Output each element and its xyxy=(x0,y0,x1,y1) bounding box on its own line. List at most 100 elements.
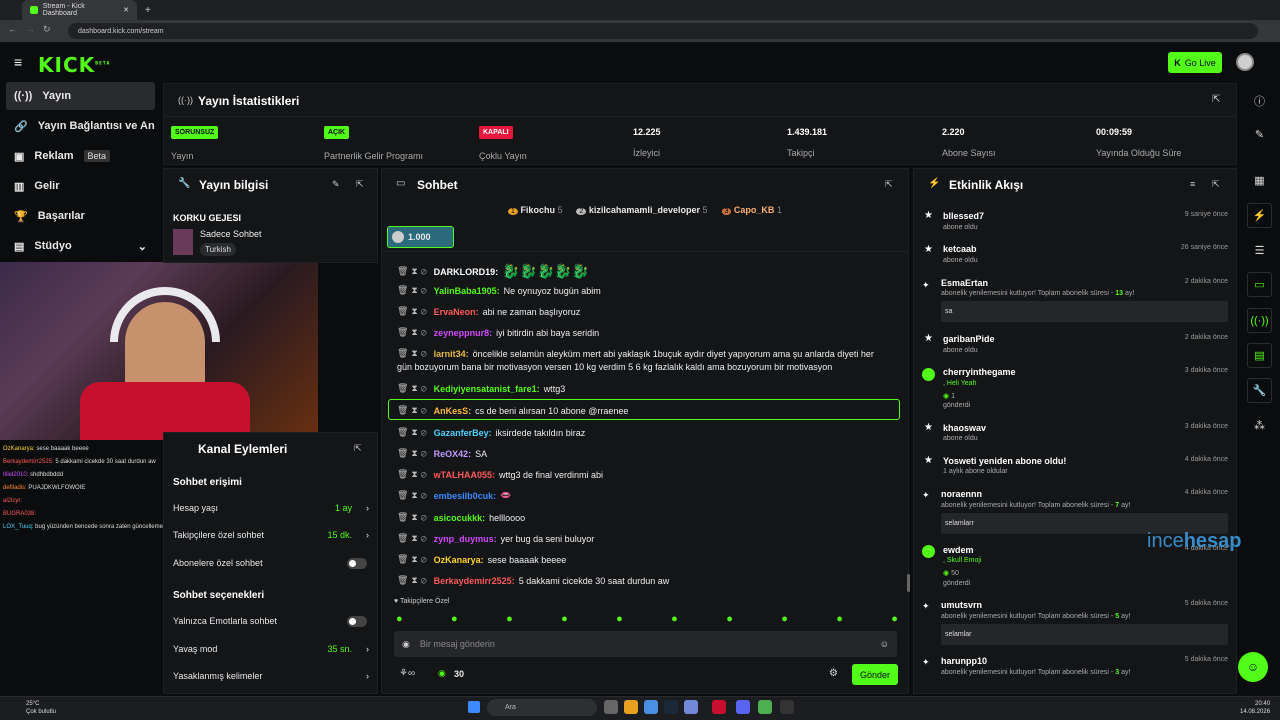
browser-tab[interactable]: Stream - Kick Dashboard ✕ xyxy=(22,0,137,20)
chat-username[interactable]: GazanferBey: xyxy=(434,428,492,438)
chat-username[interactable]: OzKanarya: xyxy=(434,555,484,565)
chat-message[interactable]: 🗑⧗⊘ larnit34: öncelikle selamün aleyküm me… xyxy=(397,348,897,359)
clock[interactable]: 20:40 14.08.2026 xyxy=(1240,700,1270,716)
mod-actions-icon[interactable]: 🗑⧗⊘ xyxy=(397,427,430,438)
popout-icon[interactable]: ⇱ xyxy=(1212,94,1220,105)
app-icon[interactable] xyxy=(736,700,750,714)
chat-message[interactable]: 🗑⧗⊘ zynp_duymus: yer bug da seni buluyor xyxy=(397,533,897,544)
chat-username[interactable]: embesilb0cuk: xyxy=(434,491,497,501)
apps-icon[interactable]: ⁂ xyxy=(1247,413,1272,438)
weather-widget[interactable]: 25°C Çok bulutlu xyxy=(26,700,56,716)
sidebar-item-achievements[interactable]: 🏆 Başarılar xyxy=(6,202,155,230)
mod-actions-icon[interactable]: 🗑⧗⊘ xyxy=(397,285,430,296)
activity-name[interactable]: noraennn xyxy=(941,489,982,499)
mod-actions-icon[interactable]: 🗑⧗⊘ xyxy=(397,448,430,459)
chat-message[interactable]: 🗑⧗⊘ Berkaydemirr2525: 5 dakkami cicekde 30… xyxy=(397,575,897,586)
emote-icon[interactable]: ● xyxy=(781,613,788,627)
chat-message[interactable]: 🗑⧗⊘ OzKanarya: sese baaaak beeee xyxy=(397,554,897,565)
sidebar-item-ads[interactable]: ▣ Reklam Beta xyxy=(6,142,155,170)
lightning-icon[interactable]: ⚡ xyxy=(1247,203,1272,228)
emote-icon[interactable]: ● xyxy=(726,613,733,627)
emote-icon[interactable]: ● xyxy=(616,613,623,627)
back-icon[interactable]: ← xyxy=(8,24,17,34)
chat-message[interactable]: 🗑⧗⊘ embesilb0cuk: 👄 xyxy=(397,490,897,501)
chat-message[interactable]: 🗑⧗⊘ ErvaNeon: abi ne zaman başlıyoruz xyxy=(397,306,897,317)
mod-actions-icon[interactable]: 🗑⧗⊘ xyxy=(397,266,430,277)
mod-actions-icon[interactable]: 🗑⧗⊘ xyxy=(397,533,430,544)
go-live-button[interactable]: K Go Live xyxy=(1168,52,1222,73)
emote-icon[interactable]: ● xyxy=(561,613,568,627)
popout-icon[interactable]: ⇱ xyxy=(1212,179,1220,190)
chat-username[interactable]: zynp_duymus: xyxy=(434,534,497,544)
mod-actions-icon[interactable]: 🗑⧗⊘ xyxy=(397,490,430,501)
chat-username[interactable]: wTALHAA055: xyxy=(434,470,495,480)
explorer-icon[interactable] xyxy=(624,700,638,714)
mod-actions-icon[interactable]: 🗑⧗⊘ xyxy=(397,469,430,480)
activity-name[interactable]: umutsvrn xyxy=(941,600,982,610)
mod-actions-icon[interactable]: 🗑⧗⊘ xyxy=(397,348,430,359)
gear-icon[interactable]: ⚙ xyxy=(829,668,838,679)
chat-message[interactable]: 🗑⧗⊘ zeyneppnur8: iyi bitirdin abi baya ser… xyxy=(397,327,897,338)
activity-name[interactable]: cherryinthegame xyxy=(943,367,1016,377)
sidebar-item-studio[interactable]: ▤ Stüdyo ⌄ xyxy=(6,232,155,260)
sidebar-item-revenue[interactable]: ▥ Gelir xyxy=(6,172,155,200)
mod-actions-icon[interactable]: 🗑⧗⊘ xyxy=(397,405,430,416)
steam-icon[interactable] xyxy=(664,700,678,714)
filter-icon[interactable]: ≡ xyxy=(1190,179,1195,189)
broadcast-icon[interactable]: ((·)) xyxy=(1247,308,1272,333)
chat-message[interactable]: 🗑⧗⊘ AnKesS: cs de beni alırsan 10 abone @r… xyxy=(397,405,897,416)
chat-username[interactable]: larnit34: xyxy=(434,349,469,359)
tag-badge[interactable]: Turkish xyxy=(200,243,236,256)
settings-icon[interactable]: ⚘∞ xyxy=(399,668,415,679)
edit-icon[interactable]: ✎ xyxy=(1247,122,1272,147)
mention-icon[interactable]: ◉ xyxy=(402,639,410,650)
chat-username[interactable]: ReOX42: xyxy=(434,449,472,459)
mod-actions-icon[interactable]: 🗑⧗⊘ xyxy=(397,306,430,317)
activity-name[interactable]: bllessed7 xyxy=(943,211,984,221)
popout-icon[interactable]: ⇱ xyxy=(356,179,364,190)
emote-icon[interactable]: ● xyxy=(836,613,843,627)
chat-message[interactable]: 🗑⧗⊘ YalinBaba1905: Ne oynuyoz bugün abim xyxy=(397,285,897,296)
chat-username[interactable]: asicocukkk: xyxy=(434,513,486,523)
subscriber-chat-toggle[interactable] xyxy=(347,558,367,569)
chat-username[interactable]: DARKLORD19: xyxy=(434,267,499,277)
task-view-icon[interactable] xyxy=(604,700,618,714)
chat-message[interactable]: 🗑⧗⊘ wTALHAA055: wttg3 de final verdinmi ab… xyxy=(397,469,897,480)
setting-row[interactable]: Hesap yaşı 1 ay › xyxy=(173,503,369,513)
avatar[interactable] xyxy=(1236,53,1254,71)
chat-username[interactable]: YalinBaba1905: xyxy=(434,286,500,296)
pinned-gift[interactable]: 1.000 xyxy=(387,226,454,248)
close-icon[interactable]: ✕ xyxy=(123,6,129,14)
chat-scrollbar[interactable] xyxy=(907,574,910,592)
chat-message[interactable]: 🗑⧗⊘ Kediyiyensatanist_fare1: wttg3 xyxy=(397,383,897,394)
chat-input[interactable]: ◉ Bir mesaj gönderin ☺ xyxy=(394,631,897,657)
mod-actions-icon[interactable]: 🗑⧗⊘ xyxy=(397,327,430,338)
emote-icon[interactable]: ● xyxy=(891,613,898,627)
info-icon[interactable]: ⓘ xyxy=(1247,88,1272,113)
edit-icon[interactable]: ✎ xyxy=(332,179,340,190)
popout-icon[interactable]: ⇱ xyxy=(885,179,893,190)
layout-icon[interactable]: ▦ xyxy=(1247,168,1272,193)
app-icon[interactable] xyxy=(758,700,772,714)
chat-message[interactable]: 🗑⧗⊘ asicocukkk: hellloooo xyxy=(397,512,897,523)
chat-message[interactable]: 🗑⧗⊘ GazanferBey: iksirdede takıldın biraz xyxy=(397,427,897,438)
activity-name[interactable]: garibanPide xyxy=(943,334,995,344)
send-button[interactable]: Gönder xyxy=(852,664,898,685)
popout-icon[interactable]: ⇱ xyxy=(354,443,362,454)
emote-icon[interactable]: ● xyxy=(451,613,458,627)
mod-actions-icon[interactable]: 🗑⧗⊘ xyxy=(397,554,430,565)
chat-username[interactable]: ErvaNeon: xyxy=(434,307,479,317)
activity-name[interactable]: Yosweti yeniden abone oldu! xyxy=(943,456,1066,466)
stats-icon[interactable]: ▤ xyxy=(1247,343,1272,368)
reload-icon[interactable]: ↻ xyxy=(43,24,51,35)
chat-username[interactable]: AnKesS: xyxy=(434,406,472,416)
setting-row[interactable]: Yasaklanmış kelimeler › xyxy=(173,671,369,681)
activity-name[interactable]: khaoswav xyxy=(943,423,986,433)
mod-actions-icon[interactable]: 🗑⧗⊘ xyxy=(397,575,430,586)
emote-icon[interactable]: ● xyxy=(396,613,403,627)
wrench-icon[interactable]: 🔧 xyxy=(1247,378,1272,403)
forward-icon[interactable]: → xyxy=(26,24,35,34)
emoji-icon[interactable]: ☺ xyxy=(880,639,889,649)
url-input[interactable]: dashboard.kick.com/stream xyxy=(68,23,1258,39)
chat-message[interactable]: 🗑⧗⊘ DARKLORD19: 🐉🐉🐉🐉🐉 xyxy=(397,263,897,280)
